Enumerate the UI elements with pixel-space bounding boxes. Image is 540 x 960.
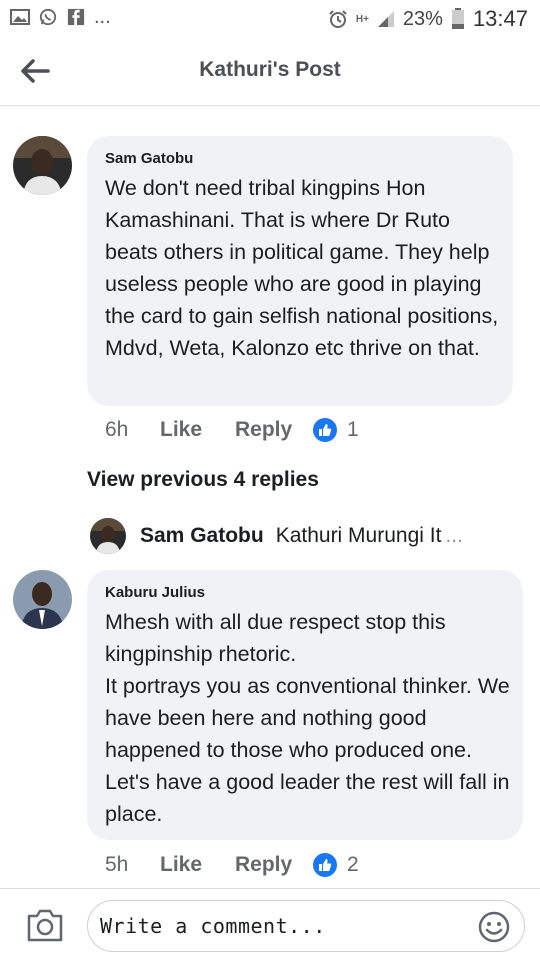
- status-bar-notifications: ...: [10, 6, 111, 28]
- comment-input[interactable]: Write a comment...: [87, 900, 525, 952]
- comment-actions: 6h Like Reply 1: [105, 418, 359, 442]
- gallery-icon: [10, 9, 30, 25]
- reply-button[interactable]: Reply: [235, 853, 313, 877]
- post-header: Kathuri's Post: [0, 38, 540, 106]
- comment-bubble[interactable]: Sam Gatobu We don't need tribal kingpins…: [87, 136, 513, 406]
- reply-button[interactable]: Reply: [235, 418, 313, 442]
- comment-text: Mhesh with all due respect stop this kin…: [105, 610, 510, 826]
- reaction-count[interactable]: 1: [347, 418, 359, 442]
- thumbs-up-icon[interactable]: [313, 853, 337, 877]
- whatsapp-icon: [39, 8, 57, 26]
- view-previous-replies-link[interactable]: View previous 4 replies: [87, 468, 319, 492]
- battery-percent: 23%: [402, 7, 443, 30]
- reaction-count[interactable]: 2: [347, 853, 359, 877]
- network-type: H+: [355, 13, 369, 25]
- thumbs-up-icon[interactable]: [313, 418, 337, 442]
- comment-time: 6h: [105, 418, 129, 441]
- status-bar-system: H+ 23% 13:47: [328, 6, 528, 32]
- avatar[interactable]: [13, 570, 72, 629]
- battery-icon: [451, 8, 464, 29]
- comment-actions: 5h Like Reply 2: [105, 853, 359, 877]
- emoji-icon[interactable]: [478, 911, 510, 943]
- camera-icon[interactable]: [26, 907, 64, 943]
- reply-author[interactable]: Sam Gatobu: [140, 524, 264, 548]
- comment-author[interactable]: Kaburu Julius: [105, 584, 205, 601]
- alarm-icon: [329, 10, 347, 28]
- like-button[interactable]: Like: [160, 853, 235, 877]
- comment-composer: Write a comment...: [0, 888, 540, 960]
- comment-placeholder: Write a comment...: [100, 914, 326, 938]
- facebook-icon: [67, 8, 85, 26]
- clock: 13:47: [472, 6, 528, 31]
- reply-ellipsis: ...: [445, 524, 463, 547]
- avatar[interactable]: [13, 136, 72, 195]
- avatar[interactable]: [90, 518, 126, 554]
- like-button[interactable]: Like: [160, 418, 235, 442]
- reply-preview[interactable]: Sam Gatobu Kathuri Murungi It ...: [90, 516, 530, 556]
- comment-time: 5h: [105, 853, 129, 876]
- status-bar: ... H+ 23% 13:47: [0, 0, 540, 38]
- reply-snippet: Kathuri Murungi It: [275, 524, 442, 547]
- comment-author[interactable]: Sam Gatobu: [105, 150, 193, 167]
- comment-text: We don't need tribal kingpins Hon Kamash…: [105, 176, 499, 360]
- signal-icon: [377, 11, 394, 27]
- status-more: ...: [94, 6, 111, 28]
- comment-bubble[interactable]: Kaburu Julius Mhesh with all due respect…: [87, 570, 523, 840]
- page-title: Kathuri's Post: [199, 58, 341, 81]
